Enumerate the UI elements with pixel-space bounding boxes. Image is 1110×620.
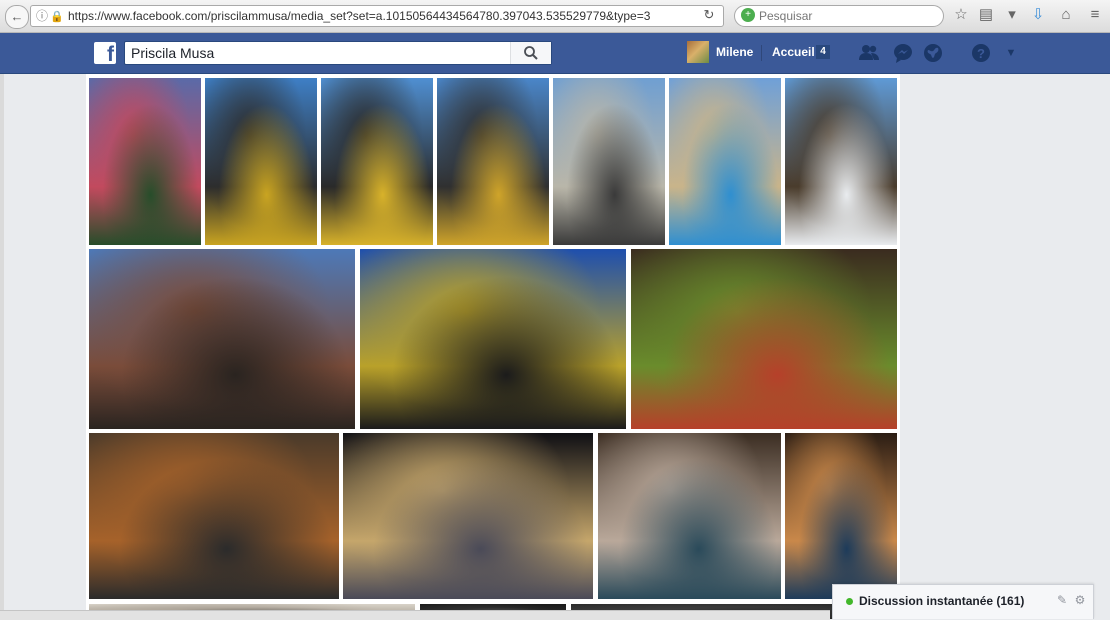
window-edge xyxy=(0,74,4,619)
account-dropdown-icon[interactable]: ▼ xyxy=(1000,42,1022,64)
svg-text:?: ? xyxy=(977,46,985,61)
menu-icon[interactable]: ≡ xyxy=(1086,6,1104,24)
divider xyxy=(761,45,762,61)
facebook-search[interactable] xyxy=(124,41,552,65)
photo-album-grid xyxy=(86,74,900,619)
album-photo-altar-candles[interactable] xyxy=(631,249,897,429)
compose-icon[interactable]: ✎ xyxy=(1055,593,1069,607)
facebook-header: f Milene Accueil 4 ? ▼ xyxy=(0,33,1110,74)
home-count-badge: 4 xyxy=(816,45,830,59)
home-link[interactable]: Accueil xyxy=(772,45,815,59)
album-photo-statue-boat-flowers[interactable] xyxy=(785,78,897,245)
online-status-icon xyxy=(846,598,853,605)
profile-name-link[interactable]: Milene xyxy=(716,45,753,59)
search-engine-icon: + xyxy=(741,8,755,22)
friend-requests-icon[interactable] xyxy=(858,42,880,64)
search-icon xyxy=(524,46,538,60)
album-photo-statue-blue-sky[interactable] xyxy=(205,78,317,245)
bookmark-star-icon[interactable]: ☆ xyxy=(952,6,970,24)
album-photo-statue-crowd-dusk[interactable] xyxy=(437,78,549,245)
notifications-globe-icon[interactable] xyxy=(922,42,944,64)
gear-icon[interactable]: ⚙ xyxy=(1073,593,1087,607)
album-photo-palace-boat[interactable] xyxy=(669,78,781,245)
album-photo-statue-crowd-yellow[interactable] xyxy=(321,78,433,245)
search-placeholder: Pesquisar xyxy=(759,9,813,23)
facebook-search-input[interactable] xyxy=(125,42,511,64)
pocket-icon[interactable]: ▾ xyxy=(1003,6,1021,24)
album-photo-woman-candlelight[interactable] xyxy=(785,433,897,599)
home-icon[interactable]: ⌂ xyxy=(1057,6,1075,24)
album-photo-palace-night[interactable] xyxy=(343,433,593,599)
album-photo-plaza-dusk[interactable] xyxy=(89,249,355,429)
lock-icon: 🔒 xyxy=(50,11,64,23)
browser-search-input[interactable]: + Pesquisar xyxy=(734,5,944,27)
page-content xyxy=(0,74,1110,619)
reading-list-icon[interactable]: ▤ xyxy=(977,6,995,24)
chat-label: Discussion instantanée (161) xyxy=(859,594,1025,608)
download-icon[interactable]: ⇩ xyxy=(1029,6,1047,24)
avatar[interactable] xyxy=(687,41,709,63)
album-photo-altar-kneeling[interactable] xyxy=(89,433,339,599)
address-bar[interactable]: ⓘ 🔒 https://www.facebook.com/priscilammusa… xyxy=(30,5,724,27)
search-button[interactable] xyxy=(510,42,551,64)
messages-icon[interactable] xyxy=(892,42,914,64)
chat-bar[interactable]: Discussion instantanée (161) ✎ ⚙ xyxy=(832,584,1094,619)
url-text: https://www.facebook.com/priscilammusa/m… xyxy=(68,9,651,23)
browser-toolbar: ← ⓘ 🔒 https://www.facebook.com/priscilammu… xyxy=(0,0,1110,33)
album-photo-women-candles[interactable] xyxy=(598,433,781,599)
album-photo-statue-night-crowd[interactable] xyxy=(360,249,626,429)
album-photo-fountain-building[interactable] xyxy=(553,78,665,245)
info-icon[interactable]: ⓘ xyxy=(36,6,50,26)
facebook-logo-icon[interactable]: f xyxy=(94,42,116,66)
help-icon[interactable]: ? xyxy=(970,42,992,64)
reload-icon[interactable]: ↻ xyxy=(698,5,720,25)
back-icon[interactable]: ← xyxy=(5,5,29,29)
album-photo-flower-offerings-statue[interactable] xyxy=(89,78,201,245)
